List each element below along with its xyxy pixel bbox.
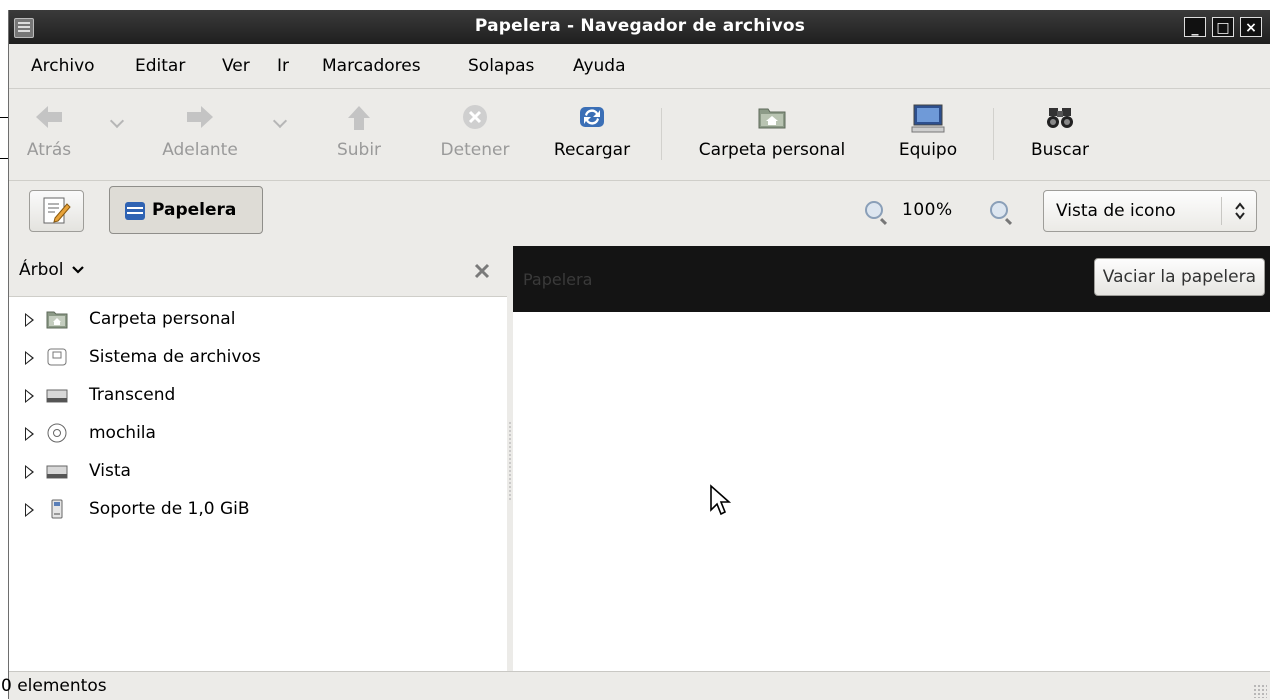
home-folder-icon xyxy=(46,311,68,329)
edit-location-icon xyxy=(43,197,71,224)
home-folder-icon xyxy=(758,108,786,129)
arrow-right-icon xyxy=(187,106,213,128)
main-toolbar: Atrás Adelante Subir Detener Recargar Ca… xyxy=(9,88,1270,181)
sidebar-mode-label: Árbol xyxy=(19,260,64,280)
close-sidebar-icon[interactable] xyxy=(473,262,491,280)
menu-ayuda[interactable]: Ayuda xyxy=(573,56,626,76)
zoom-level[interactable]: 100% xyxy=(902,200,953,220)
expander-icon[interactable] xyxy=(25,313,34,327)
tree-item-vista[interactable]: Vista xyxy=(9,453,507,491)
maximize-button[interactable]: □ xyxy=(1212,17,1234,37)
expander-icon[interactable] xyxy=(25,427,34,441)
up-down-arrows-icon xyxy=(1235,202,1245,220)
toolbar-separator xyxy=(993,108,994,160)
arrow-left-icon xyxy=(36,106,62,128)
sidebar-header: Árbol xyxy=(9,246,507,297)
location-bar: Papelera 100% Vista de icono xyxy=(9,180,1270,246)
title-bar[interactable]: Papelera - Navegador de archivos _ □ × xyxy=(9,10,1270,44)
expander-icon[interactable] xyxy=(25,503,34,517)
path-button-label: Papelera xyxy=(152,200,237,220)
desktop-edge-mark xyxy=(0,158,8,159)
resize-grip-icon[interactable] xyxy=(1253,684,1267,698)
tree-item-transcend[interactable]: Transcend xyxy=(9,377,507,415)
toolbar-separator xyxy=(661,108,662,160)
menu-solapas[interactable]: Solapas xyxy=(468,56,534,76)
trash-info-bar: Papelera Vaciar la papelera xyxy=(513,246,1270,312)
select-divider xyxy=(1221,197,1222,225)
computer-icon xyxy=(911,104,945,133)
menu-ir[interactable]: Ir xyxy=(277,56,289,76)
trash-icon xyxy=(125,202,145,220)
menu-bar: Archivo Editar Ver Ir Marcadores Solapas… xyxy=(9,44,1270,89)
arrow-up-icon xyxy=(348,106,370,130)
mouse-pointer-icon xyxy=(710,484,732,516)
status-text: 0 elementos xyxy=(1,676,107,696)
menu-archivo[interactable]: Archivo xyxy=(31,56,95,76)
expander-icon[interactable] xyxy=(25,465,34,479)
file-browser-window: Papelera - Navegador de archivos _ □ × A… xyxy=(1,10,1270,700)
minimize-button[interactable]: _ xyxy=(1184,17,1206,37)
forward-history-chevron-icon[interactable] xyxy=(272,113,288,129)
menu-ver[interactable]: Ver xyxy=(222,56,250,76)
drive-icon xyxy=(46,389,68,403)
tree-item-sistema-de-archivos[interactable]: Sistema de archivos xyxy=(9,339,507,377)
expander-icon[interactable] xyxy=(25,351,34,365)
view-mode-value: Vista de icono xyxy=(1056,201,1176,221)
tree-item-soporte[interactable]: Soporte de 1,0 GiB xyxy=(9,491,507,529)
zoom-out-icon[interactable] xyxy=(865,201,883,219)
view-mode-select[interactable]: Vista de icono xyxy=(1043,190,1257,232)
usb-stick-icon xyxy=(51,499,63,519)
filesystem-icon xyxy=(47,348,67,366)
zoom-in-icon[interactable] xyxy=(990,201,1008,219)
desktop-edge-mark xyxy=(0,117,8,118)
binoculars-icon xyxy=(1047,108,1073,128)
trash-location-label: Papelera xyxy=(523,270,593,289)
reload-icon xyxy=(580,107,604,127)
close-button[interactable]: × xyxy=(1240,17,1262,37)
tree-item-carpeta-personal[interactable]: Carpeta personal xyxy=(9,301,507,339)
menu-editar[interactable]: Editar xyxy=(135,56,185,76)
back-history-chevron-icon[interactable] xyxy=(109,113,125,129)
expander-icon[interactable] xyxy=(25,389,34,403)
drive-icon xyxy=(46,465,68,479)
stop-icon xyxy=(463,105,487,129)
tree-item-mochila[interactable]: mochila xyxy=(9,415,507,453)
optical-disc-icon xyxy=(47,423,67,443)
content-area[interactable]: Papelera Vaciar la papelera xyxy=(513,246,1270,671)
sidebar: Árbol Carpeta personal Sistema de archiv… xyxy=(9,246,508,671)
path-button-papelera[interactable]: Papelera xyxy=(109,186,263,234)
empty-trash-button[interactable]: Vaciar la papelera xyxy=(1093,258,1265,296)
chevron-down-icon xyxy=(72,266,84,274)
sidebar-mode-selector[interactable]: Árbol xyxy=(19,260,85,280)
menu-marcadores[interactable]: Marcadores xyxy=(322,56,421,76)
toggle-location-entry-button[interactable] xyxy=(29,190,84,232)
window-title: Papelera - Navegador de archivos xyxy=(474,16,806,36)
status-bar: 0 elementos xyxy=(1,671,1270,700)
